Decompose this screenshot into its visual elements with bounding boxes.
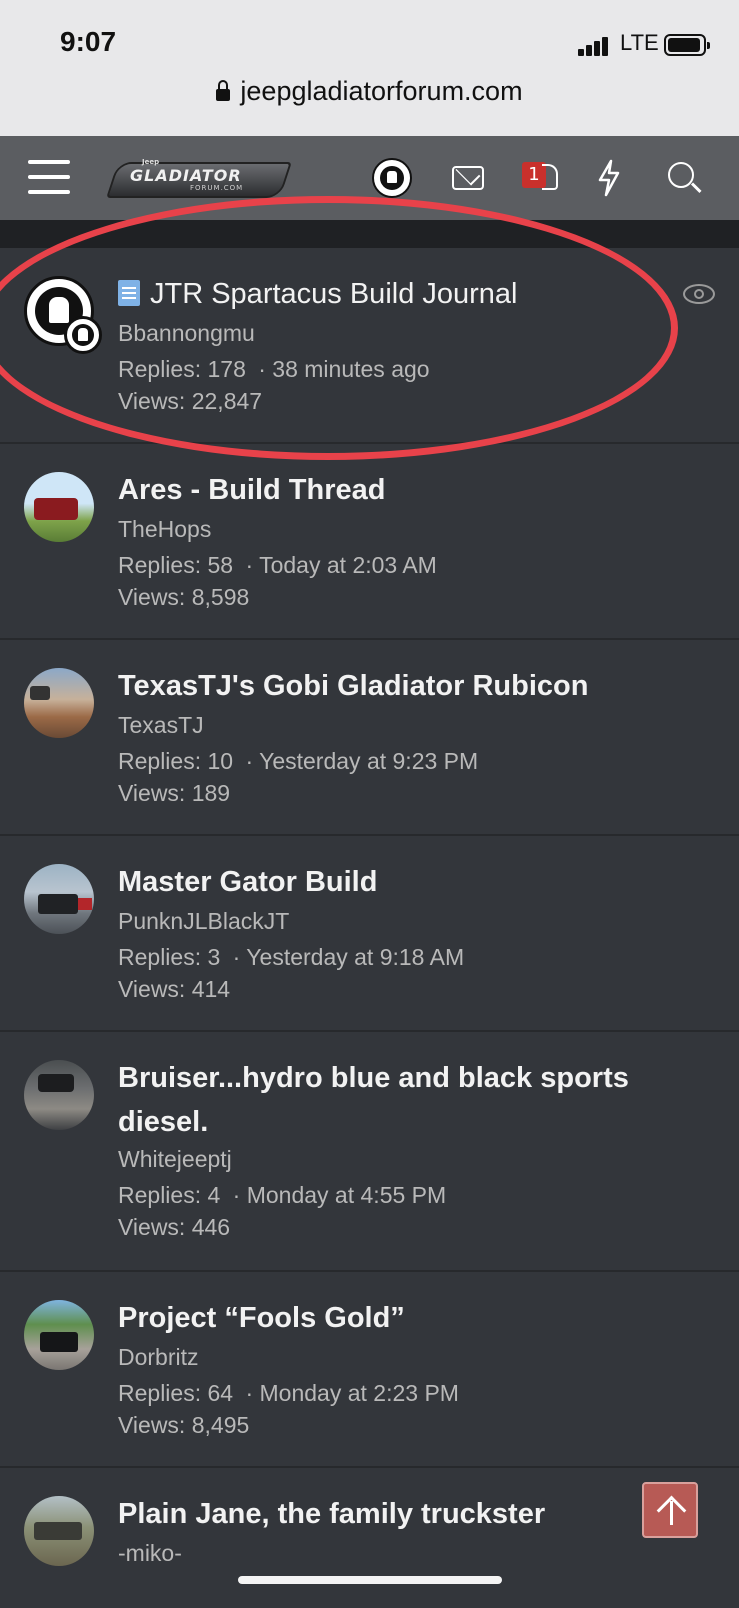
- thread-starter-avatar[interactable]: [64, 316, 102, 354]
- battery-icon: [664, 34, 710, 56]
- search-icon[interactable]: [666, 158, 704, 198]
- thread-views: Views: 189: [118, 780, 231, 806]
- thread-title[interactable]: Ares - Build Thread: [118, 468, 695, 512]
- thread-item[interactable]: Project “Fools Gold” Dorbritz Replies: 6…: [0, 1272, 739, 1468]
- signal-icon: [578, 36, 610, 56]
- thread-views: Views: 22,847: [118, 388, 263, 414]
- thread-author[interactable]: PunknJLBlackJT: [118, 908, 289, 935]
- thread-meta: Replies: 10 · Yesterday at 9:23 PM: [118, 748, 479, 774]
- url-bar[interactable]: jeepgladiatorforum.com: [0, 76, 739, 107]
- article-icon: [118, 280, 140, 306]
- thread-meta: Replies: 64 · Monday at 2:23 PM: [118, 1380, 459, 1406]
- thread-views: Views: 446: [118, 1214, 231, 1240]
- alerts-icon[interactable]: 1: [522, 158, 562, 198]
- thread-views: Views: 8,598: [118, 584, 250, 610]
- thread-item[interactable]: TexasTJ's Gobi Gladiator Rubicon TexasTJ…: [0, 640, 739, 836]
- thread-title[interactable]: Project “Fools Gold”: [118, 1296, 695, 1340]
- thread-item[interactable]: JTR Spartacus Build Journal Bbannongmu R…: [0, 248, 739, 444]
- browser-chrome: 9:07 LTE jeepgladiatorforum.com: [0, 0, 739, 136]
- thread-author[interactable]: TheHops: [118, 516, 211, 543]
- menu-icon[interactable]: [28, 158, 70, 196]
- inbox-icon[interactable]: [452, 166, 484, 190]
- thread-title[interactable]: Bruiser...hydro blue and black sports di…: [118, 1056, 695, 1144]
- whats-new-icon[interactable]: [594, 158, 624, 198]
- logo-sub-text: FORUM.COM: [190, 184, 244, 192]
- thread-author[interactable]: Whitejeeptj: [118, 1146, 232, 1173]
- thread-meta: Replies: 3 · Yesterday at 9:18 AM: [118, 944, 465, 970]
- sub-navigation: [0, 220, 739, 248]
- logo-main-text: GLADIATOR: [130, 166, 242, 185]
- thread-item[interactable]: Bruiser...hydro blue and black sports di…: [0, 1032, 739, 1272]
- thread-avatar[interactable]: [24, 668, 94, 738]
- thread-item[interactable]: Ares - Build Thread TheHops Replies: 58 …: [0, 444, 739, 640]
- thread-title[interactable]: Master Gator Build: [118, 860, 695, 904]
- thread-avatar[interactable]: [24, 472, 94, 542]
- watch-icon[interactable]: [683, 284, 715, 304]
- url-text: jeepgladiatorforum.com: [240, 76, 523, 106]
- thread-author[interactable]: Dorbritz: [118, 1344, 199, 1371]
- site-logo[interactable]: Jeep GLADIATOR FORUM.COM: [106, 158, 292, 198]
- thread-meta: Replies: 4 · Monday at 4:55 PM: [118, 1182, 447, 1208]
- thread-avatar[interactable]: [24, 864, 94, 934]
- user-avatar-icon[interactable]: [372, 158, 412, 198]
- status-time: 9:07: [60, 26, 117, 57]
- thread-item[interactable]: Plain Jane, the family truckster -miko-: [0, 1468, 739, 1608]
- network-label: LTE: [620, 30, 659, 55]
- thread-meta: Replies: 178 · 38 minutes ago: [118, 356, 430, 382]
- thread-title[interactable]: Plain Jane, the family truckster: [118, 1492, 695, 1536]
- thread-author[interactable]: Bbannongmu: [118, 320, 255, 347]
- thread-avatar[interactable]: [24, 1300, 94, 1370]
- thread-list: JTR Spartacus Build Journal Bbannongmu R…: [0, 248, 739, 1608]
- thread-views: Views: 414: [118, 976, 231, 1002]
- forum-header: Jeep GLADIATOR FORUM.COM 1: [0, 136, 739, 221]
- thread-views: Views: 8,495: [118, 1412, 250, 1438]
- thread-item[interactable]: Master Gator Build PunknJLBlackJT Replie…: [0, 836, 739, 1032]
- home-indicator: [238, 1576, 502, 1584]
- thread-avatar[interactable]: [24, 1496, 94, 1566]
- thread-author[interactable]: TexasTJ: [118, 712, 204, 739]
- logo-jeep-text: Jeep: [142, 158, 160, 166]
- thread-author[interactable]: -miko-: [118, 1540, 182, 1567]
- thread-meta: Replies: 58 · Today at 2:03 AM: [118, 552, 437, 578]
- thread-title[interactable]: TexasTJ's Gobi Gladiator Rubicon: [118, 664, 695, 708]
- scroll-to-top-button[interactable]: [642, 1482, 698, 1538]
- thread-title[interactable]: JTR Spartacus Build Journal: [118, 272, 695, 316]
- lock-icon: [216, 80, 231, 101]
- thread-avatar[interactable]: [24, 1060, 94, 1130]
